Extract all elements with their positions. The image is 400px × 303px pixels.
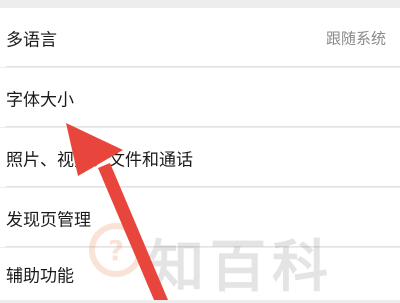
divider (6, 246, 400, 247)
settings-item-label: 字体大小 (6, 90, 74, 110)
settings-item-discover-management[interactable]: 发现页管理 (0, 188, 400, 247)
divider (6, 126, 400, 127)
settings-item-photos-videos-files-calls[interactable]: 照片、视频、文件和通话 (0, 128, 400, 187)
settings-item-accessibility[interactable]: 辅助功能 (0, 248, 400, 300)
settings-item-label: 多语言 (6, 30, 57, 50)
settings-item-language[interactable]: 多语言 跟随系统 (0, 8, 400, 67)
settings-item-value: 跟随系统 (325, 29, 386, 47)
divider (6, 186, 400, 187)
settings-list: 多语言 跟随系统 字体大小 照片、视频、文件和通话 发现页管理 辅助功能 (0, 0, 400, 300)
settings-item-label: 辅助功能 (6, 266, 74, 287)
divider (6, 66, 400, 67)
settings-item-label: 照片、视频、文件和通话 (6, 150, 193, 170)
settings-item-label: 发现页管理 (6, 210, 91, 230)
settings-item-font-size[interactable]: 字体大小 (0, 68, 400, 127)
